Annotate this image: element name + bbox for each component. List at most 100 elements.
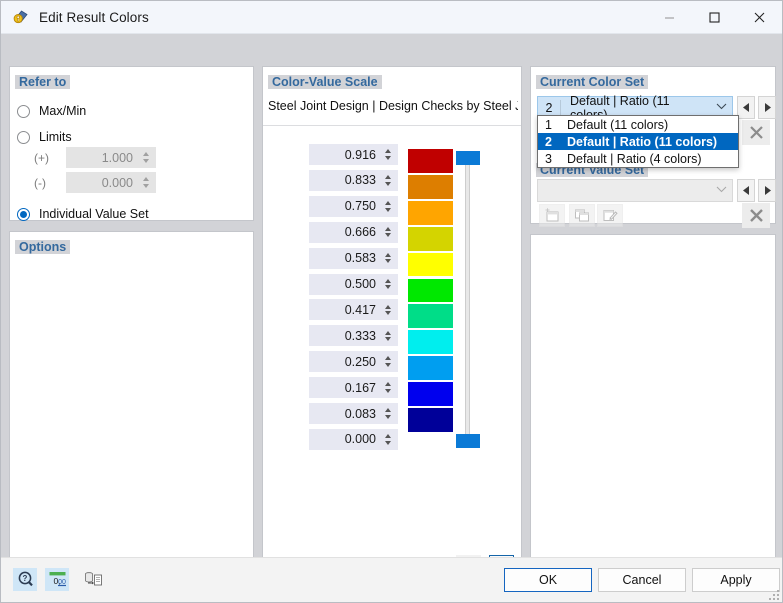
scale-color-swatch[interactable]: [407, 407, 454, 433]
ok-button[interactable]: OK: [504, 568, 592, 592]
stepper-up-icon[interactable]: [142, 152, 149, 157]
stepper-down-icon[interactable]: [142, 183, 149, 188]
stepper-up-icon[interactable]: [384, 434, 391, 439]
stepper-up-icon[interactable]: [142, 177, 149, 182]
scale-slider-track[interactable]: [465, 157, 470, 444]
stepper-up-icon[interactable]: [384, 226, 391, 231]
scale-value-stepper[interactable]: [381, 382, 397, 393]
limit-plus-stepper[interactable]: [139, 148, 155, 167]
stepper-down-icon[interactable]: [384, 311, 391, 316]
value-set-next-button[interactable]: [758, 179, 776, 202]
scale-color-swatch[interactable]: [407, 173, 454, 200]
scale-color-swatch[interactable]: [407, 303, 454, 330]
scale-value-input[interactable]: 0.666: [309, 221, 398, 243]
radio-max-min[interactable]: Max/Min: [17, 104, 86, 118]
close-button[interactable]: [737, 1, 782, 33]
scale-value-stepper[interactable]: [381, 356, 397, 367]
stepper-down-icon[interactable]: [384, 337, 391, 342]
minimize-button[interactable]: [647, 1, 692, 33]
stepper-up-icon[interactable]: [384, 408, 391, 413]
scale-color-swatch[interactable]: [407, 381, 454, 407]
stepper-down-icon[interactable]: [384, 181, 391, 186]
stepper-up-icon[interactable]: [384, 330, 391, 335]
scale-value-stepper[interactable]: [381, 304, 397, 316]
stepper-up-icon[interactable]: [384, 356, 391, 361]
chevron-down-icon[interactable]: [710, 185, 732, 196]
stepper-up-icon[interactable]: [384, 149, 391, 154]
chevron-down-icon[interactable]: [710, 102, 732, 113]
scale-value-input[interactable]: 0.583: [309, 247, 398, 269]
stepper-up-icon[interactable]: [384, 201, 391, 206]
edit-value-set-icon[interactable]: [597, 204, 623, 227]
delete-value-set-button[interactable]: [742, 203, 770, 228]
scale-color-swatch[interactable]: [407, 277, 454, 304]
scale-value-input[interactable]: 0.250: [309, 351, 398, 373]
color-set-prev-button[interactable]: [737, 96, 755, 119]
scale-value-input[interactable]: 0.333: [309, 325, 398, 347]
stepper-down-icon[interactable]: [142, 158, 149, 163]
apply-button[interactable]: Apply: [692, 568, 780, 592]
scale-slider-thumb-lower[interactable]: [456, 434, 480, 448]
scale-slider-thumb-upper[interactable]: [456, 151, 480, 165]
stepper-down-icon[interactable]: [384, 155, 391, 160]
scale-value-stepper[interactable]: [381, 201, 397, 212]
scale-value-input[interactable]: 0.000: [309, 428, 398, 450]
scale-value-input[interactable]: 0.750: [309, 195, 398, 217]
export-data-icon[interactable]: [81, 568, 105, 591]
scale-color-swatch[interactable]: [407, 199, 454, 226]
radio-limits[interactable]: Limits: [17, 130, 72, 144]
scale-color-swatch[interactable]: [407, 225, 454, 252]
copy-value-set-icon[interactable]: [569, 204, 595, 227]
limit-minus-stepper[interactable]: [139, 173, 155, 192]
stepper-up-icon[interactable]: [384, 382, 391, 387]
scale-color-swatch[interactable]: [407, 329, 454, 356]
stepper-down-icon[interactable]: [384, 440, 391, 445]
dropdown-item[interactable]: 1 Default (11 colors): [538, 116, 738, 133]
cancel-button[interactable]: Cancel: [598, 568, 686, 592]
scale-value-stepper[interactable]: [381, 434, 397, 445]
limit-minus-input[interactable]: 0.000: [66, 172, 156, 193]
resize-grip[interactable]: [768, 589, 779, 600]
stepper-down-icon[interactable]: [384, 388, 391, 393]
scale-value-stepper[interactable]: [381, 330, 397, 342]
radio-individual-value-set[interactable]: Individual Value Set: [17, 207, 149, 221]
stepper-down-icon[interactable]: [384, 259, 391, 264]
stepper-down-icon[interactable]: [384, 233, 391, 238]
scale-value-input[interactable]: 0.833: [309, 169, 398, 191]
scale-color-swatch[interactable]: [407, 251, 454, 278]
current-value-set-combo[interactable]: [537, 179, 733, 202]
help-icon[interactable]: ?: [13, 568, 37, 591]
scale-value-input[interactable]: 0.417: [309, 299, 398, 321]
scale-value-stepper[interactable]: [381, 149, 397, 160]
scale-value-stepper[interactable]: [381, 278, 397, 290]
stepper-up-icon[interactable]: [384, 304, 391, 309]
scale-value-stepper[interactable]: [381, 252, 397, 264]
stepper-up-icon[interactable]: [384, 278, 391, 283]
scale-value-input[interactable]: 0.916: [309, 144, 398, 165]
limit-plus-input[interactable]: 1.000: [66, 147, 156, 168]
dropdown-item[interactable]: 2 Default | Ratio (11 colors): [538, 133, 738, 150]
scale-value-stepper[interactable]: [381, 175, 397, 186]
refer-to-title: Refer to: [15, 75, 71, 89]
stepper-down-icon[interactable]: [384, 362, 391, 367]
stepper-up-icon[interactable]: [384, 252, 391, 257]
maximize-button[interactable]: [692, 1, 737, 33]
scale-value-stepper[interactable]: [381, 408, 397, 419]
stepper-down-icon[interactable]: [384, 414, 391, 419]
color-set-next-button[interactable]: [758, 96, 776, 119]
scale-value-input[interactable]: 0.083: [309, 403, 398, 424]
dropdown-item[interactable]: 3 Default | Ratio (4 colors): [538, 150, 738, 167]
value-set-prev-button[interactable]: [737, 179, 755, 202]
stepper-down-icon[interactable]: [384, 285, 391, 290]
current-color-set-dropdown[interactable]: 1 Default (11 colors) 2 Default | Ratio (11…: [537, 115, 739, 168]
stepper-up-icon[interactable]: [384, 175, 391, 180]
delete-color-set-button[interactable]: [742, 120, 770, 145]
scale-color-swatch[interactable]: [407, 355, 454, 382]
scale-value-input[interactable]: 0.500: [309, 273, 398, 295]
stepper-down-icon[interactable]: [384, 207, 391, 212]
scale-value-input[interactable]: 0.167: [309, 377, 398, 399]
scale-value-stepper[interactable]: [381, 226, 397, 238]
number-format-icon[interactable]: 0, 00: [45, 568, 69, 591]
new-value-set-icon[interactable]: [539, 204, 565, 227]
scale-color-swatch[interactable]: [407, 148, 454, 174]
